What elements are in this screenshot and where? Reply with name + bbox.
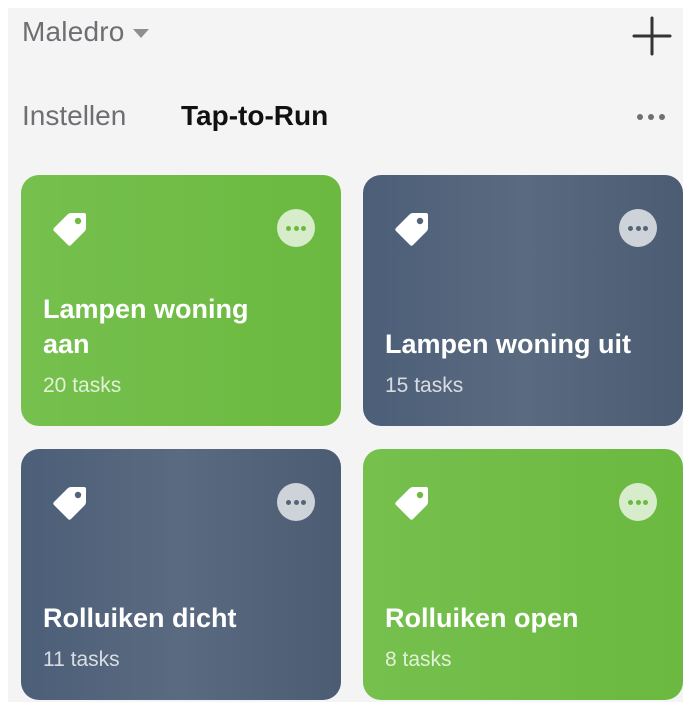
scene-card-lampen-woning-uit[interactable]: Lampen woning uit 15 tasks — [363, 175, 683, 426]
top-bar: Maledro — [8, 8, 683, 68]
scene-task-count: 15 tasks — [385, 374, 464, 397]
tab-tap-to-run[interactable]: Tap-to-Run — [181, 100, 328, 132]
more-horizontal-icon — [628, 500, 633, 505]
more-dot — [301, 226, 306, 231]
more-dot — [301, 500, 306, 505]
tag-icon — [395, 213, 428, 246]
scene-task-count: 20 tasks — [43, 374, 122, 397]
more-horizontal-icon — [286, 226, 291, 231]
tab-instellen[interactable]: Instellen — [22, 100, 126, 132]
scene-more-button[interactable] — [619, 209, 657, 247]
scene-more-button[interactable] — [277, 483, 315, 521]
scene-task-count: 8 tasks — [385, 648, 452, 671]
scene-title: Lampen woning uit — [385, 329, 631, 359]
more-dot — [293, 226, 299, 231]
more-horizontal-icon — [628, 226, 633, 231]
more-dot — [648, 114, 654, 120]
more-dot — [635, 500, 641, 505]
scene-task-count: 11 tasks — [43, 648, 120, 671]
more-options-button[interactable] — [628, 98, 672, 134]
more-dot — [643, 226, 648, 231]
tab-bar: Instellen Tap-to-Run — [8, 92, 683, 142]
scene-card-rolluiken-dicht[interactable]: Rolluiken dicht 11 tasks — [21, 449, 341, 700]
home-name: Maledro — [22, 16, 125, 47]
scene-title: Lampen woning aan — [43, 294, 249, 359]
more-dot — [635, 226, 641, 231]
scene-title: Rolluiken open — [385, 603, 579, 633]
more-dot — [293, 500, 299, 505]
add-button[interactable] — [630, 14, 674, 58]
more-horizontal-icon — [637, 114, 643, 120]
plus-icon — [632, 16, 672, 56]
scene-card-lampen-woning-aan[interactable]: Lampen woning aan 20 tasks — [21, 175, 341, 426]
scene-more-button[interactable] — [619, 483, 657, 521]
scene-more-button[interactable] — [277, 209, 315, 247]
chevron-down-icon — [132, 28, 149, 38]
app-screen: Maledro Instellen Tap-to-Run Lampen woni… — [8, 8, 683, 702]
home-selector[interactable]: Maledro — [22, 16, 149, 48]
more-horizontal-icon — [286, 500, 291, 505]
more-dot — [659, 114, 665, 120]
scene-card-rolluiken-open[interactable]: Rolluiken open 8 tasks — [363, 449, 683, 700]
more-dot — [643, 500, 648, 505]
tag-icon — [53, 213, 86, 246]
tag-icon — [395, 487, 428, 520]
scene-title: Rolluiken dicht — [43, 603, 237, 633]
tag-icon — [53, 487, 86, 520]
